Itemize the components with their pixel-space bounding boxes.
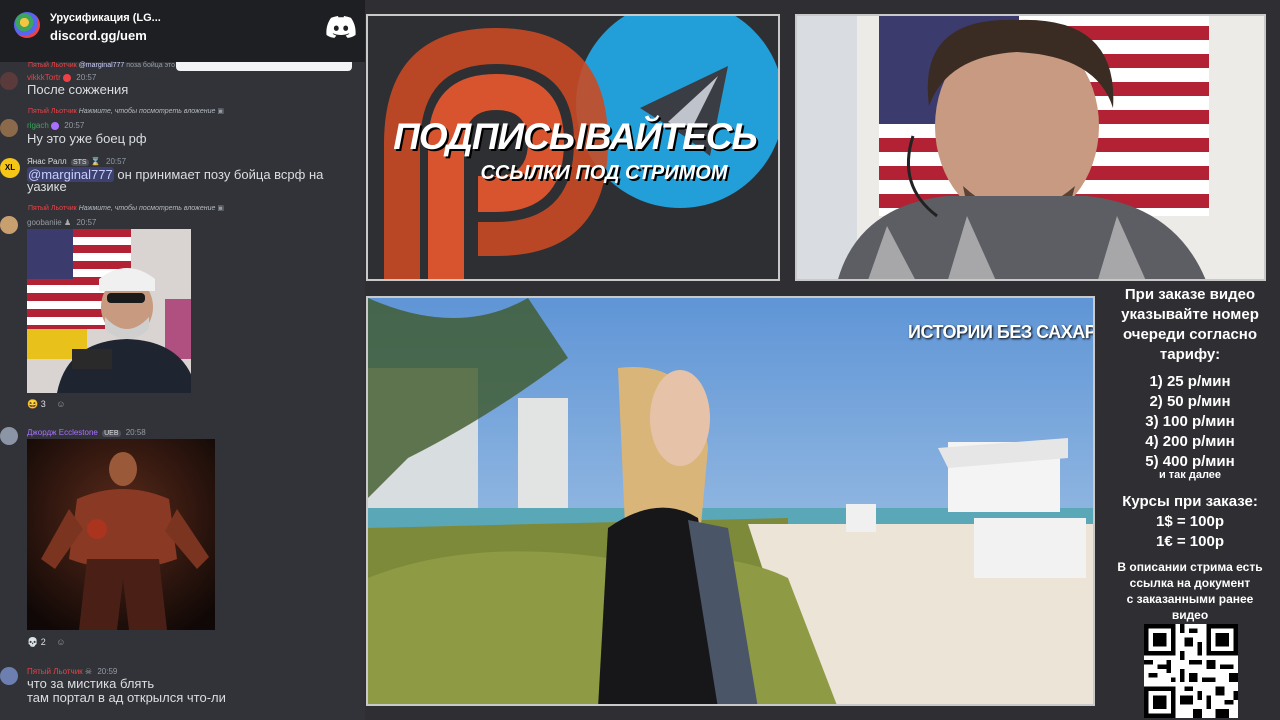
image-icon: ▣ [217, 205, 224, 212]
timestamp: 20:57 [64, 121, 85, 130]
author-name[interactable]: vikkkTortr [27, 73, 61, 82]
hourglass-icon: ⌛ [90, 157, 101, 166]
timestamp: 20:57 [76, 73, 97, 82]
message-text-line: он принимает позу бойца всрф на [113, 167, 324, 182]
stream-layout: Урусификация (LG... discord.gg/uem Пятый… [0, 0, 1280, 720]
message-text-line: уазике [27, 179, 67, 194]
message-meta: goobaniie ♟ 20:57 [27, 218, 96, 227]
instruction-line: тарифу: [1159, 346, 1221, 363]
message-text: После сожжения [27, 82, 129, 97]
avatar[interactable] [0, 427, 18, 445]
tariff-more: и так далее [1158, 469, 1222, 481]
message-meta: Янас Ралл STS ⌛ 20:57 [27, 157, 126, 166]
reply-text: Нажмите, чтобы посмотреть вложение [78, 205, 216, 212]
reply-author: Пятый Льотчик [28, 108, 77, 115]
rates-title: Курсы при заказе: [1122, 493, 1258, 510]
banner-subtitle: ССЫЛКИ ПОД СТРИМОМ [480, 162, 728, 184]
timestamp: 20:59 [97, 667, 118, 676]
timestamp: 20:57 [76, 218, 97, 227]
reply-text: поза бойца это [126, 62, 176, 69]
avatar[interactable] [0, 667, 18, 685]
message-text-line: что за мистика блять [27, 676, 155, 691]
streamer-webcam [795, 14, 1266, 281]
timestamp: 20:57 [106, 157, 127, 166]
game-character-image [27, 439, 215, 630]
discord-chat-panel: Урусификация (LG... discord.gg/uem Пятый… [0, 0, 365, 720]
discord-logo-icon [326, 16, 356, 38]
note-line: с заказанными ранее [1126, 592, 1254, 606]
reply-reference[interactable]: Пятый Льотчик Нажмите, чтобы посмотреть … [28, 204, 224, 212]
tariff-item: 3) 100 р/мин [1145, 413, 1235, 430]
author-name[interactable]: goobaniie [27, 218, 62, 227]
reply-reference[interactable]: Пятый Льотчик Нажмите, чтобы посмотреть … [28, 107, 224, 115]
rate-item: 1€ = 100р [1156, 533, 1224, 550]
note-line: видео [1171, 608, 1209, 622]
author-name[interactable]: Пятый Льотчик [27, 667, 83, 676]
add-reaction-icon[interactable]: ☺ [56, 399, 65, 409]
rate-item: 1$ = 100р [1156, 513, 1224, 530]
tariff-item: 1) 25 р/мин [1149, 373, 1231, 390]
reply-reference[interactable]: Пятый Льотчик @marginal777 поза бойца эт… [28, 62, 175, 69]
attachment-image[interactable] [27, 229, 191, 393]
add-reaction-icon[interactable]: ☺ [56, 637, 65, 647]
subscribe-banner: ПОДПИСЫВАЙТЕСЬ ССЫЛКИ ПОД СТРИМОМ [366, 14, 780, 281]
image-icon: ▣ [217, 108, 224, 115]
tariff-item: 4) 200 р/мин [1145, 433, 1235, 450]
server-tag-badge: STS [70, 159, 89, 166]
message-text-line: там портал в ад открылся что-ли [27, 690, 226, 705]
reply-author: Пятый Льотчик [28, 62, 77, 69]
message-meta: vikkkTortr 20:57 [27, 73, 96, 82]
server-icon [14, 12, 40, 38]
reply-mention: @marginal777 [78, 62, 125, 69]
author-name[interactable]: Янас Ралл [27, 157, 67, 166]
note-line: В описании стрима есть [1117, 560, 1263, 574]
qr-code-icon [1144, 624, 1238, 718]
reaction-laugh[interactable]: 😆 3 [27, 399, 46, 409]
photo-man-flag [27, 229, 191, 393]
instruction-line: указывайте номер [1121, 306, 1259, 323]
instruction-line: очереди согласно [1122, 326, 1258, 343]
order-instructions: При заказе видео указывайте номер очеред… [1100, 285, 1280, 365]
server-tag-badge: UEB [102, 430, 121, 437]
reply-text: Нажмите, чтобы посмотреть вложение [78, 108, 216, 115]
exchange-rates: Курсы при заказе: 1$ = 100р 1€ = 100р [1100, 492, 1280, 552]
avatar[interactable] [0, 72, 18, 90]
message-meta: Джордж Ecclestone UEB 20:58 [27, 428, 146, 437]
reply-author: Пятый Льотчик [28, 205, 77, 212]
avatar[interactable]: XL [0, 158, 20, 178]
role-icon [51, 121, 60, 130]
tariff-item: 2) 50 р/мин [1149, 393, 1231, 410]
video-frame [368, 298, 1093, 704]
server-name: Урусификация (LG... [50, 12, 161, 24]
message-meta: Пятый Льотчик ☠ 20:59 [27, 667, 117, 676]
video-watermark: ИСТОРИИ БЕЗ САХАРА [908, 322, 1095, 342]
role-icon: ☠ [84, 667, 93, 676]
message-meta: rigach 20:57 [27, 121, 84, 130]
attachment-image[interactable] [27, 439, 215, 630]
role-icon [63, 73, 72, 82]
instruction-line: При заказе видео [1124, 286, 1256, 303]
banner-title: ПОДПИСЫВАЙТЕСЬ [393, 116, 757, 157]
tariff-list: 1) 25 р/мин 2) 50 р/мин 3) 100 р/мин 4) … [1100, 372, 1280, 472]
avatar[interactable] [0, 216, 18, 234]
reaction-row: 😆 3 ☺ [27, 399, 65, 410]
timestamp: 20:58 [125, 428, 146, 437]
role-icon: ♟ [63, 218, 72, 227]
server-invite-link: discord.gg/uem [50, 28, 147, 43]
discord-server-header: Урусификация (LG... discord.gg/uem [0, 0, 365, 62]
video-player: ИСТОРИИ БЕЗ САХАРА [366, 296, 1095, 706]
author-name[interactable]: rigach [27, 121, 49, 130]
description-note: В описании стрима есть ссылка на докумен… [1100, 559, 1280, 623]
reaction-row: 💀 2 ☺ [27, 637, 65, 648]
webcam-feed [797, 16, 1264, 279]
avatar[interactable] [0, 119, 18, 137]
message-text: @marginal777 он принимает позу бойца вср… [27, 167, 324, 182]
note-line: ссылка на документ [1129, 576, 1251, 590]
reply-preview-bar [176, 62, 352, 71]
author-name[interactable]: Джордж Ecclestone [27, 428, 98, 437]
reaction-skull[interactable]: 💀 2 [27, 637, 46, 647]
message-text: Ну это уже боец рф [27, 131, 147, 146]
